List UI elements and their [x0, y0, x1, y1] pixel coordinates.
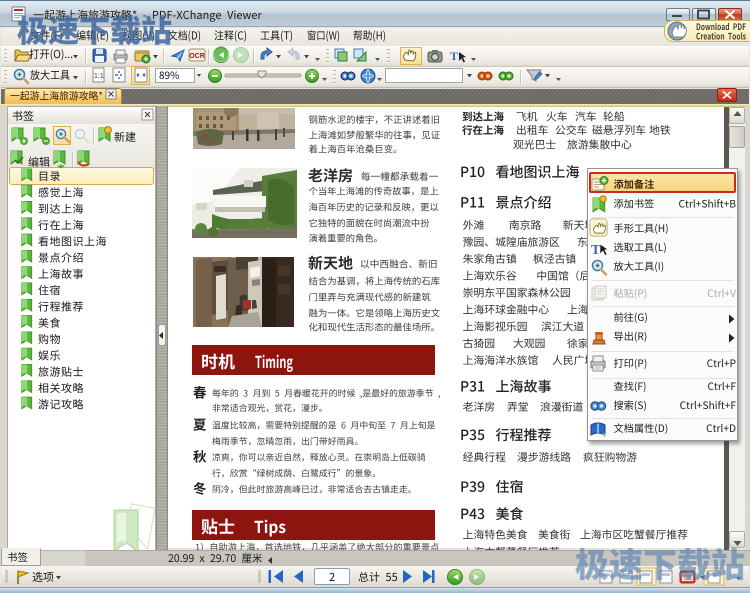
svg-text:T: T	[591, 243, 601, 258]
